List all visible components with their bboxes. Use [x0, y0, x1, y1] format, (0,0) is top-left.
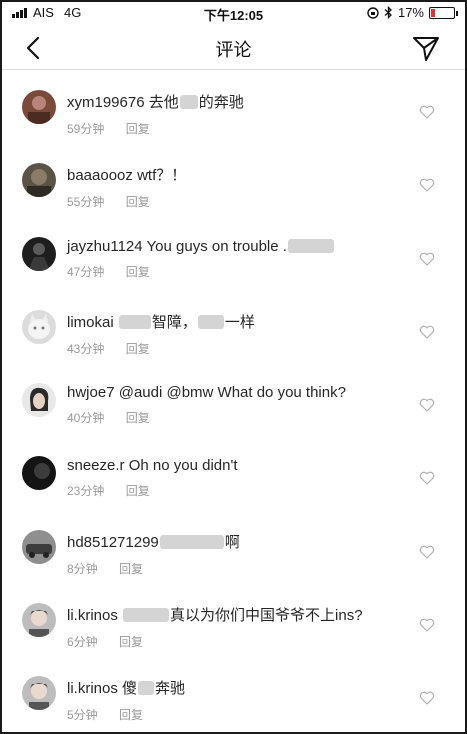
- redacted-text: [197, 314, 224, 329]
- comment-item: xym199676 去他 的奔驰 59分钟 回复: [2, 71, 465, 144]
- reply-button[interactable]: 回复: [119, 708, 143, 722]
- avatar[interactable]: [22, 90, 56, 124]
- bluetooth-icon: [384, 6, 392, 19]
- avatar[interactable]: [22, 676, 56, 711]
- heart-icon[interactable]: [419, 545, 435, 559]
- heart-icon[interactable]: [419, 178, 435, 192]
- comment-text: You guys on trouble .: [146, 237, 287, 255]
- heart-icon[interactable]: [419, 398, 435, 412]
- comment-time: 47分钟: [67, 264, 105, 279]
- comment-text: 的奔驰: [198, 94, 244, 111]
- comment-text: 一样: [224, 313, 255, 331]
- comment-time: 40分钟: [67, 411, 105, 426]
- reply-button[interactable]: 回复: [119, 635, 143, 649]
- comment-text: 奔驰: [155, 680, 186, 698]
- comment-time: 5分钟: [67, 708, 98, 723]
- page-title: 评论: [215, 40, 252, 60]
- avatar[interactable]: [22, 529, 56, 564]
- comment-username[interactable]: li.krinos: [67, 680, 118, 697]
- comment-text: Oh no you didn't: [128, 457, 238, 475]
- avatar[interactable]: [22, 603, 56, 638]
- comment-text: 傻: [122, 680, 138, 698]
- comment-item: li.krinos 傻奔驰 5分钟 回复: [2, 657, 465, 730]
- heart-icon[interactable]: [419, 471, 435, 486]
- comment-username[interactable]: limokai: [67, 314, 114, 331]
- reply-button[interactable]: 回复: [126, 265, 150, 279]
- heart-icon[interactable]: [419, 618, 435, 632]
- heart-icon[interactable]: [419, 325, 435, 339]
- heart-icon[interactable]: [419, 252, 435, 266]
- comment-time: 23分钟: [67, 484, 105, 499]
- comment-username[interactable]: xym199676: [67, 94, 145, 111]
- comment-item: li.krinos 真以为你们中国爷爷不上ins? 6分钟 回复: [2, 584, 465, 657]
- avatar[interactable]: [22, 456, 56, 491]
- heart-icon[interactable]: [419, 691, 435, 705]
- screen-frame: AIS 4G 下午12:05 17% 评论 xym199676 去他 的奔驰 5…: [0, 0, 467, 734]
- comment-time: 6分钟: [67, 635, 98, 650]
- comment-item: hwjoe7 @audi @bmw What do you think? 40分…: [2, 364, 465, 437]
- avatar[interactable]: [22, 163, 56, 198]
- comment-username[interactable]: hd851271299: [67, 534, 159, 551]
- comment-text: wtf？！: [137, 167, 187, 185]
- comment-username[interactable]: jayzhu1124: [67, 238, 143, 255]
- orientation-lock-icon: [367, 6, 379, 19]
- comment-text: 真以为你们中国爷爷不上ins?: [170, 607, 363, 625]
- reply-button[interactable]: 回复: [119, 562, 143, 576]
- comment-text: 去他: [148, 94, 179, 111]
- avatar[interactable]: [22, 309, 56, 344]
- avatar[interactable]: [22, 236, 56, 271]
- redacted-text: [287, 238, 334, 253]
- comment-item: baaaoooz wtf？！ 55分钟 回复: [2, 144, 465, 217]
- reply-button[interactable]: 回复: [126, 122, 150, 136]
- comment-time: 43分钟: [67, 341, 105, 356]
- comment-item: hd851271299 啊 8分钟 回复: [2, 511, 465, 584]
- comment-username[interactable]: baaaoooz: [67, 167, 133, 184]
- redacted-text: [123, 608, 170, 623]
- comment-username[interactable]: hwjoe7: [67, 384, 115, 401]
- comment-time: 8分钟: [67, 561, 98, 576]
- status-right: 17%: [367, 5, 458, 20]
- battery-icon: [429, 6, 458, 19]
- reply-button[interactable]: 回复: [126, 484, 150, 498]
- comment-time: 59分钟: [67, 122, 105, 136]
- reply-button[interactable]: 回复: [126, 342, 150, 356]
- redacted-text: [179, 95, 198, 109]
- comment-username[interactable]: sneeze.r: [67, 457, 125, 474]
- battery-percent: 17%: [397, 5, 424, 20]
- comment-item: sneeze.r Oh no you didn't 23分钟 回复: [2, 437, 465, 510]
- comment-text: 智障，: [151, 313, 197, 331]
- comment-text: 啊: [224, 533, 240, 551]
- comment-time: 55分钟: [67, 195, 105, 210]
- redacted-text: [138, 681, 155, 696]
- heart-icon[interactable]: [419, 105, 435, 119]
- avatar[interactable]: [22, 383, 56, 418]
- reply-button[interactable]: 回复: [126, 411, 150, 425]
- comment-item: limokai 智障， 一样 43分钟 回复: [2, 291, 465, 364]
- status-bar: AIS 4G 下午12:05 17%: [2, 2, 465, 24]
- comment-list: xym199676 去他 的奔驰 59分钟 回复 baaaoooz wtf？！ …: [2, 71, 465, 731]
- comment-username[interactable]: li.krinos: [67, 607, 118, 624]
- redacted-text: [118, 314, 151, 329]
- paper-plane-icon[interactable]: [411, 33, 441, 63]
- top-navigation-bar: 评论: [2, 24, 465, 70]
- comment-item: jayzhu1124 You guys on trouble . 47分钟 回复: [2, 218, 465, 291]
- reply-button[interactable]: 回复: [126, 195, 150, 209]
- redacted-text: [159, 534, 224, 549]
- comment-text: @audi @bmw What do you think?: [118, 384, 346, 402]
